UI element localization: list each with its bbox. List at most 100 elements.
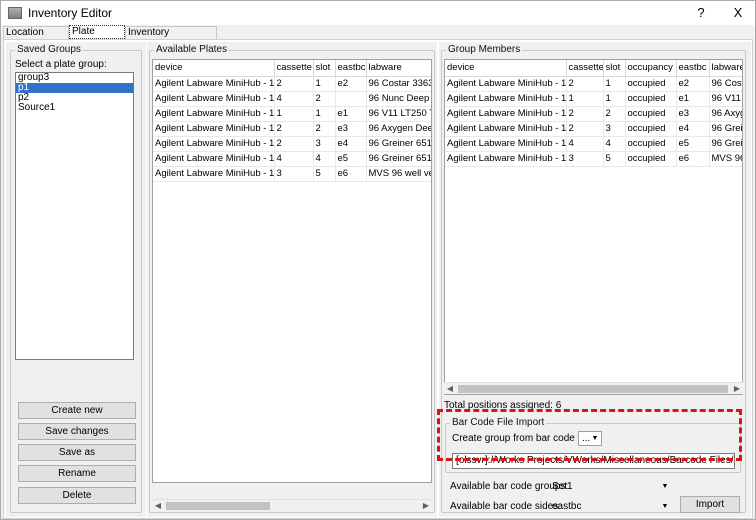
- available-plates-col-slot[interactable]: slot: [313, 60, 336, 77]
- group-members-col-cassette[interactable]: cassette: [566, 60, 604, 77]
- tab-location-groups[interactable]: Location Groups: [3, 26, 69, 50]
- group-members-cell-eastbc: e2: [676, 76, 710, 92]
- table-row[interactable]: Agilent Labware MiniHub - 1 3 5 occupied e6 M…: [445, 151, 742, 167]
- group-members-grid[interactable]: device cassette slot occupancy eastbc labware…: [444, 59, 743, 395]
- available-plates-title: Available Plates: [154, 44, 229, 56]
- group-members-cell-labware: 96 Grein: [709, 136, 742, 152]
- available-plates-cell-slot: 1: [313, 76, 336, 92]
- close-button[interactable]: X: [728, 4, 748, 22]
- group-members-cell-cassette: 3: [566, 151, 604, 167]
- available-plates-cell-eastbc: e5: [335, 151, 367, 167]
- available-plates-col-eastbc[interactable]: eastbc: [335, 60, 367, 77]
- scroll-left-arrow[interactable]: ◀: [152, 500, 164, 512]
- available-plates-body: Agilent Labware MiniHub - 1 2 1 e2 96 Costar…: [153, 76, 431, 182]
- available-plates-col-labware[interactable]: labware: [366, 60, 431, 77]
- available-plates-cell-slot: 3: [313, 136, 336, 152]
- available-plates-cell-cassette: 4: [274, 91, 314, 107]
- group-members-col-device[interactable]: device: [445, 60, 567, 77]
- table-row[interactable]: Agilent Labware MiniHub - 1 4 4 occupied e5 9…: [445, 136, 742, 152]
- table-row[interactable]: Agilent Labware MiniHub - 1 3 5 e6 MVS 96 we…: [153, 166, 431, 182]
- group-members-cell-eastbc: e6: [676, 151, 710, 167]
- available-plates-cell-slot: 4: [313, 151, 336, 167]
- group-members-cell-device: Agilent Labware MiniHub - 1: [445, 76, 567, 92]
- available-plates-cell-device: Agilent Labware MiniHub - 1: [153, 121, 275, 137]
- available-plates-cell-cassette: 4: [274, 151, 314, 167]
- scroll-thumb[interactable]: [458, 385, 728, 393]
- list-item-group3[interactable]: group3: [16, 73, 133, 83]
- tab-inventory-management[interactable]: Inventory Management: [125, 26, 217, 50]
- table-row[interactable]: Agilent Labware MiniHub - 1 2 1 e2 96 Costar…: [153, 76, 431, 92]
- available-plates-cell-labware: 96 Axygen Deep: [366, 121, 431, 137]
- table-row[interactable]: Agilent Labware MiniHub - 1 2 2 occupied e3 9…: [445, 106, 742, 122]
- available-plates-cell-cassette: 2: [274, 76, 314, 92]
- table-row[interactable]: Agilent Labware MiniHub - 1 4 2 96 Nunc Dee…: [153, 91, 431, 107]
- groups-select-value: Set1: [552, 481, 573, 492]
- save-changes-button[interactable]: Save changes: [18, 423, 136, 440]
- scroll-thumb[interactable]: [166, 502, 270, 510]
- available-plates-header: device cassette slot eastbc labware: [153, 60, 431, 77]
- scroll-right-arrow[interactable]: ▶: [420, 500, 432, 512]
- available-plates-hscroll[interactable]: ◀ ▶: [152, 499, 432, 511]
- group-members-cell-occupancy: occupied: [625, 91, 677, 107]
- available-plates-cell-slot: 5: [313, 166, 336, 182]
- rename-button[interactable]: Rename: [18, 465, 136, 482]
- save-as-button[interactable]: Save as: [18, 444, 136, 461]
- table-row[interactable]: Agilent Labware MiniHub - 1 4 4 e5 96 Greine…: [153, 151, 431, 167]
- tab-plate-groups[interactable]: Plate Groups: [69, 25, 125, 49]
- group-members-col-labware[interactable]: labware: [709, 60, 742, 77]
- list-item-source1[interactable]: Source1: [16, 103, 133, 113]
- barcode-groups-select[interactable]: Set1 ▼: [548, 479, 672, 494]
- group-members-hscroll[interactable]: ◀ ▶: [444, 382, 743, 394]
- table-row[interactable]: Agilent Labware MiniHub - 1 1 1 e1 96 V11 LT…: [153, 106, 431, 122]
- table-row[interactable]: Agilent Labware MiniHub - 1 2 3 occupied e4 9…: [445, 121, 742, 137]
- group-members-col-slot[interactable]: slot: [603, 60, 626, 77]
- group-members-cell-device: Agilent Labware MiniHub - 1: [445, 151, 567, 167]
- available-plates-col-device[interactable]: device: [153, 60, 275, 77]
- create-new-button[interactable]: Create new: [18, 402, 136, 419]
- available-plates-grid[interactable]: device cassette slot eastbc labware Agilent …: [152, 59, 432, 483]
- table-row[interactable]: Agilent Labware MiniHub - 1 2 3 e4 96 Greine…: [153, 136, 431, 152]
- saved-groups-title: Saved Groups: [15, 44, 83, 56]
- available-plates-cell-device: Agilent Labware MiniHub - 1: [153, 76, 275, 92]
- group-members-cell-cassette: 2: [566, 76, 604, 92]
- scroll-left-arrow[interactable]: ◀: [444, 383, 456, 395]
- barcode-sides-select[interactable]: eastbc ▼: [548, 499, 672, 514]
- import-button[interactable]: Import: [680, 496, 740, 513]
- app-icon: [8, 7, 22, 19]
- saved-groups-group: Saved Groups Select a plate group: group…: [10, 44, 142, 513]
- table-row[interactable]: Agilent Labware MiniHub - 1 2 1 occupied e2 9…: [445, 76, 742, 92]
- available-plates-col-cassette[interactable]: cassette: [274, 60, 314, 77]
- plate-group-list[interactable]: group3 p1 p2 Source1: [15, 72, 134, 360]
- available-sides-label: Available bar code sides:: [450, 501, 561, 512]
- group-members-cell-occupancy: occupied: [625, 151, 677, 167]
- group-members-col-eastbc[interactable]: eastbc: [676, 60, 710, 77]
- sides-select-value: eastbc: [552, 501, 582, 512]
- group-members-body: Agilent Labware MiniHub - 1 2 1 occupied e2 9…: [445, 76, 742, 167]
- available-plates-cell-eastbc: e6: [335, 166, 367, 182]
- group-members-cell-eastbc: e3: [676, 106, 710, 122]
- available-plates-cell-eastbc: e1: [335, 106, 367, 122]
- saved-groups-panel: Saved Groups Select a plate group: group…: [6, 42, 146, 517]
- list-item-p1[interactable]: p1: [16, 83, 133, 93]
- help-button[interactable]: ?: [691, 4, 711, 22]
- available-plates-cell-device: Agilent Labware MiniHub - 1: [153, 151, 275, 167]
- group-members-cell-device: Agilent Labware MiniHub - 1: [445, 121, 567, 137]
- available-plates-cell-eastbc: [335, 91, 367, 107]
- delete-button[interactable]: Delete: [18, 487, 136, 504]
- table-row[interactable]: Agilent Labware MiniHub - 1 1 1 occupied e1 9…: [445, 91, 742, 107]
- group-members-cell-device: Agilent Labware MiniHub - 1: [445, 91, 567, 107]
- group-members-cell-occupancy: occupied: [625, 121, 677, 137]
- group-members-cell-eastbc: e5: [676, 136, 710, 152]
- group-members-title: Group Members: [446, 44, 523, 56]
- group-members-cell-slot: 1: [603, 76, 626, 92]
- group-members-col-occupancy[interactable]: occupancy: [625, 60, 677, 77]
- table-row[interactable]: Agilent Labware MiniHub - 1 2 2 e3 96 Axygen…: [153, 121, 431, 137]
- scroll-right-arrow[interactable]: ▶: [731, 383, 743, 395]
- group-members-cell-eastbc: e4: [676, 121, 710, 137]
- group-members-cell-labware: 96 Costa: [709, 76, 742, 92]
- group-members-cell-slot: 5: [603, 151, 626, 167]
- available-plates-cell-slot: 1: [313, 106, 336, 122]
- available-plates-cell-eastbc: e4: [335, 136, 367, 152]
- chevron-down-icon: ▼: [661, 483, 669, 490]
- group-members-cell-labware: 96 Grein: [709, 121, 742, 137]
